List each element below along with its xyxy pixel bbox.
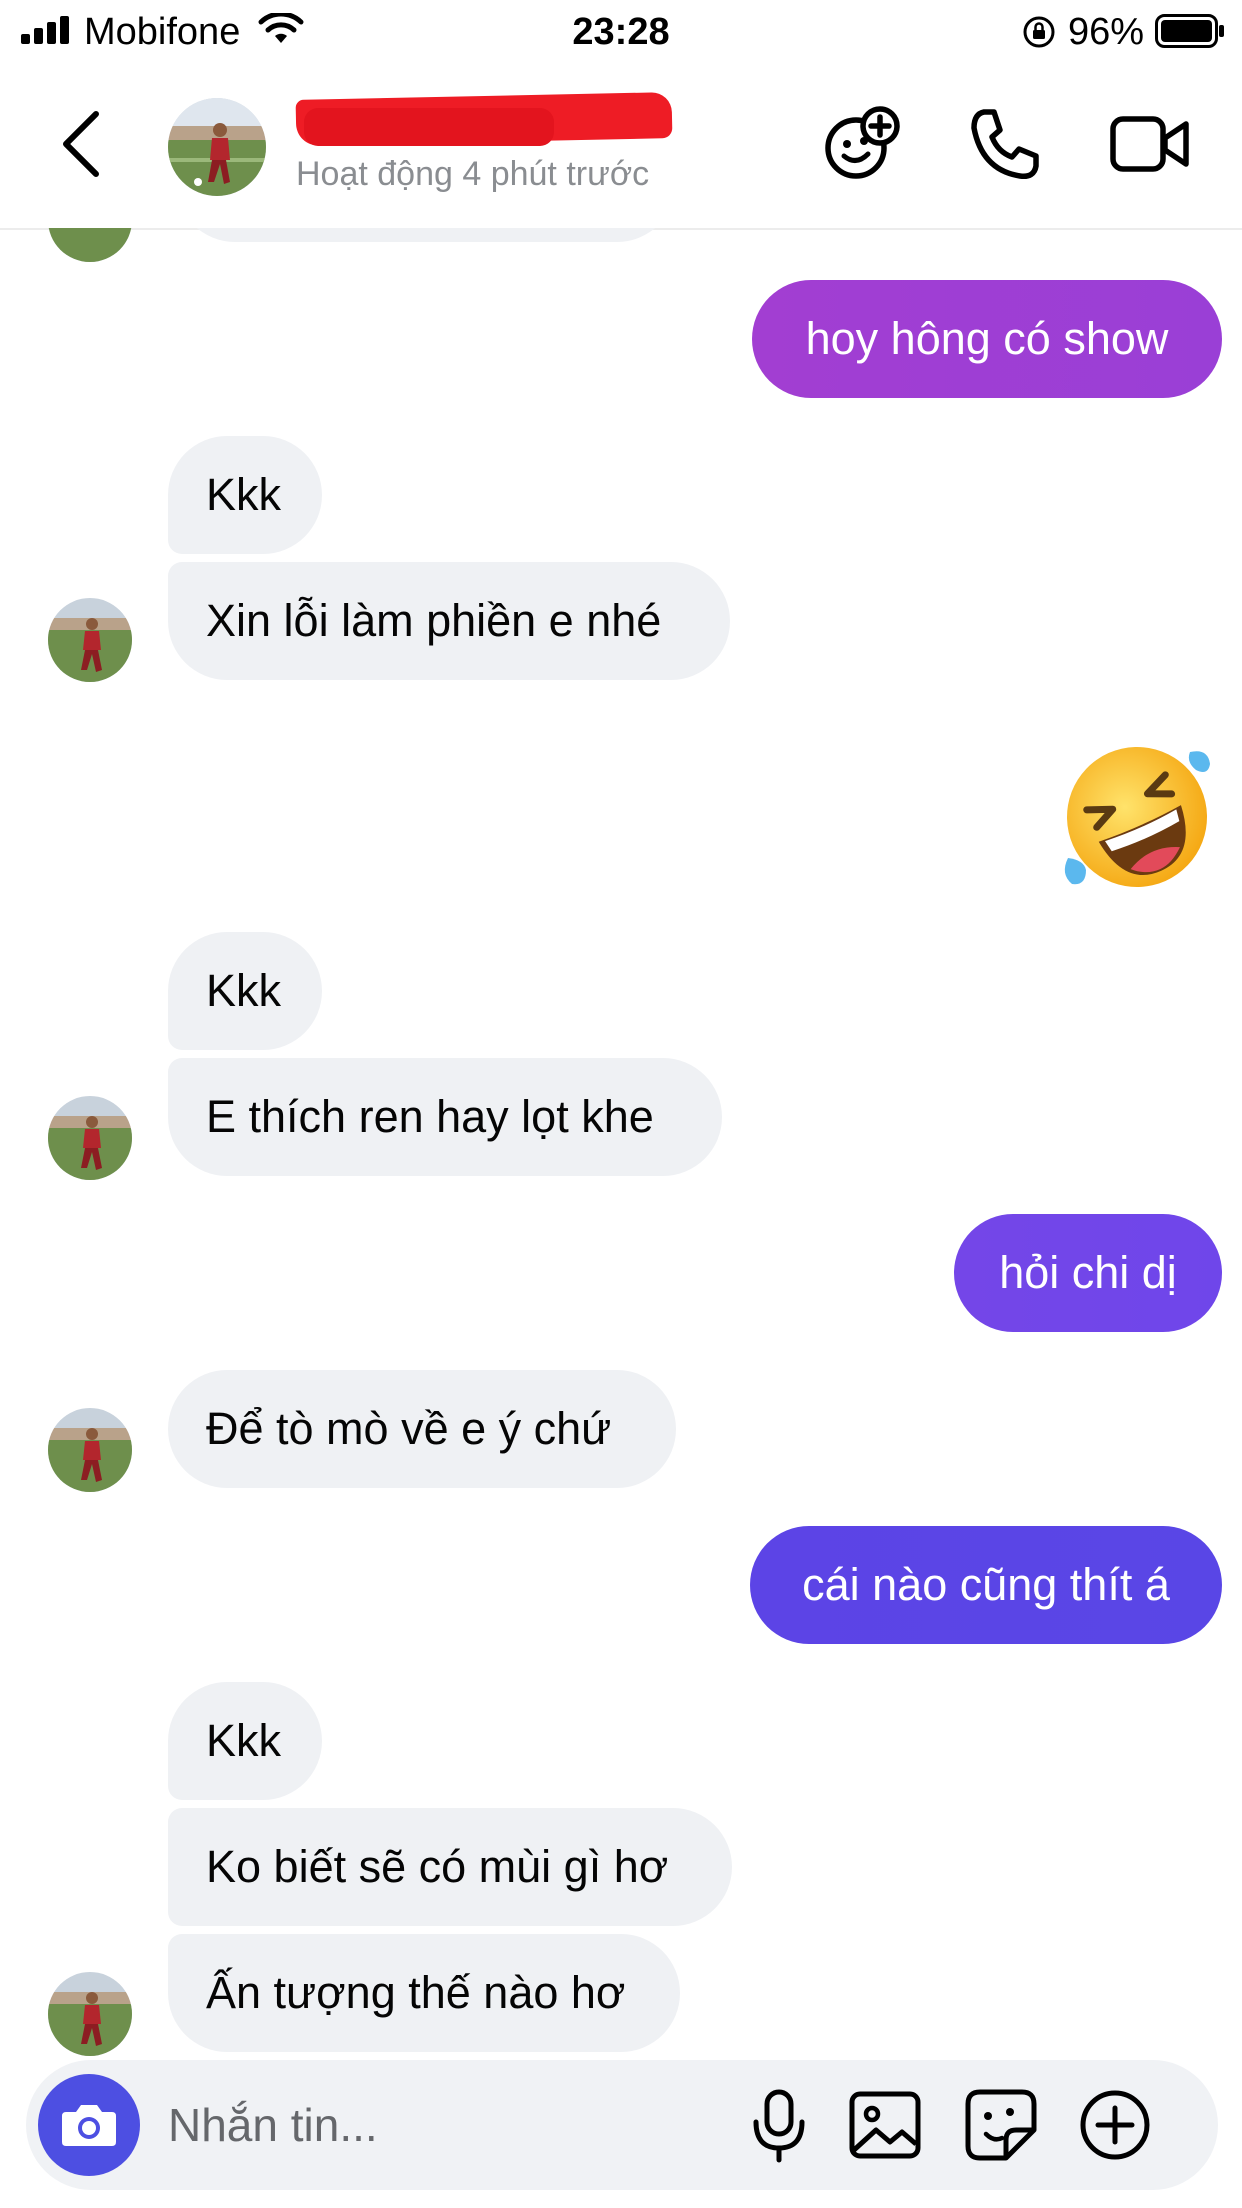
video-call-icon[interactable] [1108,102,1192,186]
orientation-lock-icon [1023,16,1055,48]
signal-icon [21,16,71,44]
games-icon[interactable] [820,102,904,186]
sender-avatar [48,598,132,682]
incoming-message[interactable]: Kkk [168,1682,322,1800]
sender-avatar [48,1408,132,1492]
incoming-message[interactable]: Kkk [168,436,322,554]
add-icon[interactable] [1076,2086,1154,2164]
rolling-laughing-emoji[interactable] [1058,738,1216,896]
chat-header: Hoạt động 4 phút trước [0,62,1242,230]
status-bar: Mobifone 23:28 96% [0,0,1242,62]
incoming-message[interactable]: Ko biết sẽ có mùi gì hơ [168,1808,732,1926]
carrier-name: Mobifone [84,11,241,53]
message-bubble-partial [176,228,676,242]
message-composer [26,2060,1218,2190]
activity-status: Hoạt động 4 phút trước [296,155,650,193]
clock: 23:28 [572,11,670,53]
sender-avatar [48,228,132,262]
outgoing-message[interactable]: cái nào cũng thít á [750,1526,1222,1644]
incoming-message[interactable]: Kkk [168,932,322,1050]
incoming-message[interactable]: Xin lỗi làm phiền e nhé [168,562,730,680]
incoming-message[interactable]: E thích ren hay lọt khe [168,1058,722,1176]
contact-avatar[interactable] [168,98,266,196]
message-input[interactable] [168,2082,708,2168]
message-list[interactable]: hoy hông có show Kkk Xin lỗi làm phiền e… [0,228,1242,2058]
battery-icon [1155,14,1224,48]
outgoing-message[interactable]: hoy hông có show [752,280,1222,398]
battery-percentage: 96% [1068,11,1145,53]
phone-icon[interactable] [962,102,1046,186]
sticker-icon[interactable] [962,2086,1040,2164]
microphone-icon[interactable] [740,2086,818,2164]
wifi-icon [258,13,304,43]
back-icon[interactable] [56,108,108,180]
camera-button[interactable] [38,2074,140,2176]
contact-name-redacted [295,92,676,146]
sender-avatar [48,1096,132,1180]
incoming-message[interactable]: Ấn tượng thế nào hơ [168,1934,680,2052]
sender-avatar [48,1972,132,2056]
gallery-icon[interactable] [846,2086,924,2164]
camera-icon [62,2105,116,2146]
incoming-message[interactable]: Để tò mò về e ý chứ [168,1370,676,1488]
outgoing-message[interactable]: hỏi chi dị [954,1214,1222,1332]
